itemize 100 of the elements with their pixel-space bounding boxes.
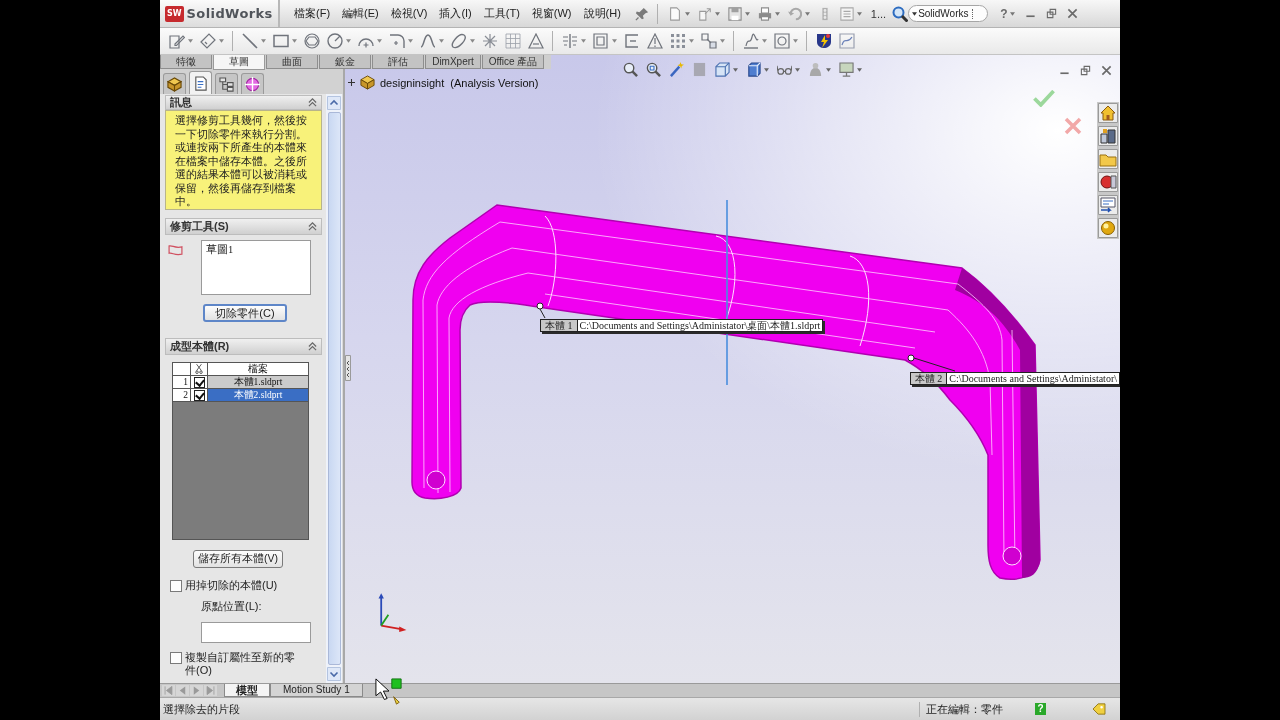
command-tab[interactable]: 評估 <box>372 55 424 69</box>
panel-tab[interactable] <box>189 71 212 94</box>
origin-field[interactable] <box>201 622 311 643</box>
menu-item[interactable]: 說明(H) <box>577 6 627 21</box>
snap-icon[interactable] <box>774 33 790 49</box>
wand-icon[interactable] <box>669 62 684 77</box>
command-tab[interactable]: 鈑金 <box>319 55 371 69</box>
command-tab[interactable]: 草圖 <box>213 55 265 70</box>
pattern-icon[interactable] <box>670 33 686 49</box>
blocks-icon[interactable] <box>1098 126 1118 146</box>
printer-icon[interactable] <box>757 6 772 21</box>
line-icon[interactable] <box>242 33 258 49</box>
menu-item[interactable]: 檢視(V) <box>384 6 434 21</box>
rectangle-icon[interactable] <box>273 33 289 49</box>
next-icon[interactable] <box>190 685 203 696</box>
trim-icon[interactable] <box>624 33 640 49</box>
zoom-fit-icon[interactable] <box>623 62 638 77</box>
menu-item[interactable]: 視窗(W) <box>525 6 578 21</box>
menu-item[interactable]: 工具(T) <box>477 6 526 21</box>
curve-icon[interactable] <box>839 33 855 49</box>
offset-icon[interactable] <box>593 33 609 49</box>
scroll-up-icon[interactable] <box>327 96 341 110</box>
menu-item[interactable]: 檔案(F) <box>288 6 337 21</box>
command-tab[interactable]: DimXpert <box>425 55 481 69</box>
save-all-bodies-button[interactable]: 儲存所有本體(V) <box>193 550 283 568</box>
command-tab[interactable]: Office 產品 <box>482 55 544 69</box>
selection-list[interactable]: 草圖1 <box>201 240 311 295</box>
checkbox[interactable] <box>170 652 182 664</box>
search-icon[interactable] <box>892 5 909 22</box>
tree-item-label[interactable]: designinsight (Analysis Version) <box>380 76 539 89</box>
first-icon[interactable] <box>162 685 175 696</box>
form-icon[interactable] <box>1098 195 1118 215</box>
crosshair-icon <box>245 76 260 92</box>
open-document-icon[interactable] <box>697 6 712 21</box>
circle-icon[interactable] <box>327 33 343 49</box>
expand-icon[interactable] <box>348 79 355 86</box>
monitor-icon[interactable] <box>839 62 854 77</box>
menu-item[interactable]: 插入(I) <box>433 6 478 21</box>
search-field[interactable]: SolidWorks <box>908 5 989 22</box>
panel-tab[interactable] <box>241 73 264 94</box>
point-icon[interactable] <box>482 33 498 49</box>
tag-icon[interactable] <box>1092 703 1106 715</box>
panel-tab[interactable] <box>215 73 238 94</box>
save-icon[interactable] <box>727 6 742 21</box>
list-icon[interactable] <box>839 6 854 21</box>
shield-bolt-icon[interactable] <box>816 33 832 49</box>
polygon-icon[interactable] <box>304 33 320 49</box>
file-cell[interactable]: 本體2.sldprt <box>208 389 308 402</box>
row-number: 1 <box>173 376 191 389</box>
spline-icon[interactable] <box>420 33 436 49</box>
restore-icon[interactable] <box>1080 65 1091 76</box>
house-icon[interactable] <box>1098 103 1118 123</box>
file-path: C:\Documents and Settings\Administator\ <box>947 372 1120 385</box>
undo-icon[interactable] <box>787 6 802 21</box>
last-icon[interactable] <box>204 685 217 696</box>
close-icon[interactable] <box>1101 65 1112 76</box>
check-icon[interactable] <box>1033 90 1055 107</box>
sketch-icon[interactable] <box>169 33 185 49</box>
pin-icon[interactable] <box>634 6 649 21</box>
move-icon[interactable] <box>701 33 717 49</box>
scroll-down-icon[interactable] <box>327 667 341 681</box>
sphere-icon[interactable] <box>1098 218 1118 238</box>
collapse-handle[interactable] <box>345 355 351 381</box>
grid-icon[interactable] <box>505 33 521 49</box>
checkbox-label[interactable]: 複製自訂屬性至新的零件(O) <box>185 651 303 677</box>
scrollbar[interactable] <box>326 94 342 683</box>
new-document-icon[interactable] <box>667 6 682 21</box>
scrollbar-thumb[interactable] <box>327 112 341 665</box>
previous-icon[interactable] <box>176 685 189 696</box>
column-header: 檔案 <box>208 363 308 376</box>
panel-tab[interactable] <box>163 73 186 94</box>
text-icon[interactable] <box>528 33 544 49</box>
cube-icon[interactable] <box>715 62 730 77</box>
model-tab[interactable]: 模型 <box>224 684 270 697</box>
zoom-area-icon[interactable] <box>646 62 661 77</box>
checkbox[interactable] <box>193 376 205 388</box>
cut-part-button[interactable]: 切除零件(C) <box>203 304 287 322</box>
restore-icon[interactable] <box>1046 8 1058 19</box>
section-title: 訊息 <box>170 95 192 110</box>
mirror-icon[interactable] <box>562 33 578 49</box>
close-icon[interactable] <box>1067 8 1079 19</box>
collapse-icon[interactable] <box>308 222 317 231</box>
collapse-icon[interactable] <box>308 342 317 351</box>
menu-item[interactable]: 編輯(E) <box>336 6 385 21</box>
checkbox[interactable] <box>170 580 182 592</box>
help-button[interactable]: ? <box>1000 6 1008 21</box>
shaded-cube-icon[interactable] <box>746 62 761 77</box>
command-tab[interactable]: 特徵 <box>160 55 212 69</box>
checkbox-label[interactable]: 用掉切除的本體(U) <box>185 579 303 592</box>
dimension-icon[interactable] <box>200 33 216 49</box>
checkbox[interactable] <box>193 389 205 401</box>
wave-icon[interactable] <box>743 33 759 49</box>
fillet-icon[interactable] <box>389 33 405 49</box>
warning-icon[interactable] <box>647 33 663 49</box>
file-cell[interactable]: 本體1.sldprt <box>208 376 308 389</box>
command-tab[interactable]: 曲面 <box>266 55 318 69</box>
list-item[interactable]: 草圖1 <box>206 243 234 257</box>
model-tab[interactable]: Motion Study 1 <box>270 684 363 697</box>
caret-icon[interactable] <box>912 11 918 16</box>
collapse-icon[interactable] <box>308 98 317 107</box>
